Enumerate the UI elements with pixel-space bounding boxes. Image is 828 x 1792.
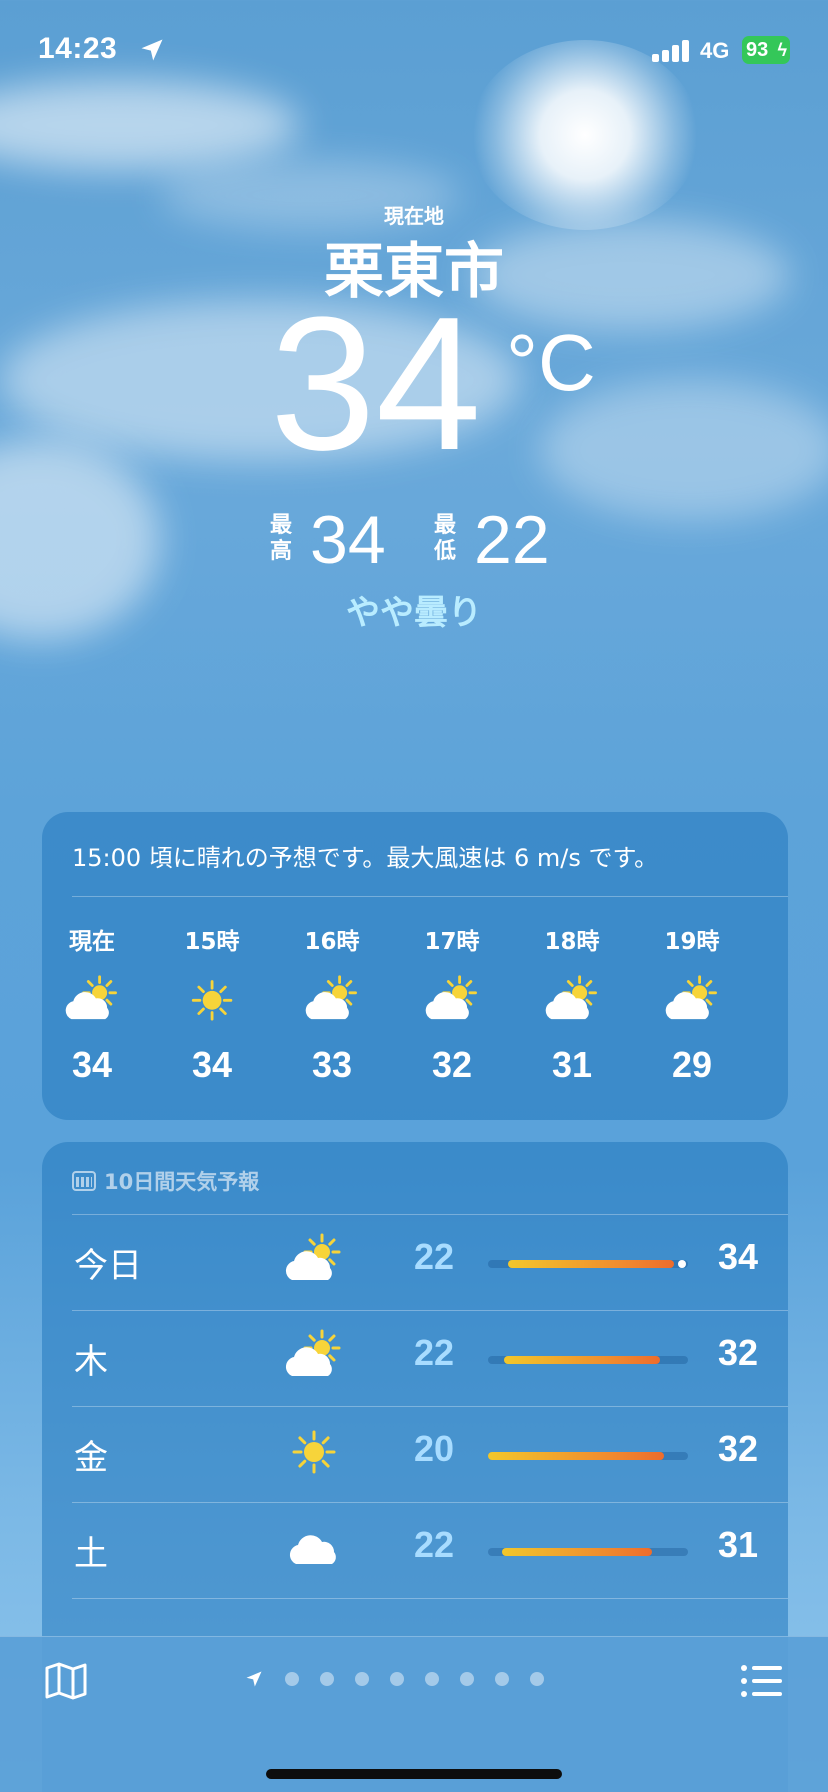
hourly-item: 18時 31 bbox=[522, 922, 622, 1086]
day-high-temp: 34 bbox=[717, 1236, 758, 1277]
location-arrow-icon bbox=[141, 39, 163, 61]
day-high-temp: 32 bbox=[717, 1428, 758, 1469]
hourly-item: 現在 34 bbox=[42, 922, 142, 1086]
hourly-item: 19時 29 bbox=[642, 922, 742, 1086]
hour-temperature: 29 bbox=[671, 1044, 713, 1085]
hour-label: 19時 bbox=[664, 929, 720, 955]
weather-condition: やや曇り bbox=[346, 593, 482, 633]
hour-temperature: 33 bbox=[311, 1044, 353, 1085]
sun-icon bbox=[282, 1424, 346, 1480]
hourly-item: 16時 33 bbox=[282, 922, 382, 1086]
status-time: 14:23 bbox=[38, 32, 118, 65]
current-location-label: 現在地 bbox=[384, 204, 444, 228]
calendar-icon bbox=[72, 1171, 96, 1191]
high-low: 最高 34 最低 22 bbox=[0, 505, 828, 575]
day-high-temp: 31 bbox=[717, 1524, 758, 1565]
day-row[interactable]: 土 22 31 bbox=[72, 1502, 758, 1598]
forecast-summary: 15:00 頃に晴れの予想です。最大風速は 6 m/s です。 bbox=[72, 844, 659, 872]
cellular-signal-icon bbox=[652, 40, 692, 62]
temperature-range-bar bbox=[488, 1260, 688, 1268]
partly-sunny-icon bbox=[542, 974, 602, 1024]
divider bbox=[72, 1598, 788, 1599]
day-row[interactable]: 今日 22 34 bbox=[72, 1214, 758, 1310]
page-dot[interactable] bbox=[320, 1672, 334, 1686]
hour-label: 16時 bbox=[304, 929, 360, 955]
page-dot[interactable] bbox=[425, 1672, 439, 1686]
page-dot[interactable] bbox=[285, 1672, 299, 1686]
partly-sunny-icon bbox=[302, 974, 362, 1024]
cloud-icon bbox=[282, 1520, 346, 1576]
day-low-temp: 22 bbox=[414, 1236, 455, 1277]
partly-sunny-icon bbox=[422, 974, 482, 1024]
hour-label: 18時 bbox=[544, 929, 600, 955]
hour-temperature: 34 bbox=[71, 1044, 113, 1085]
day-low-temp: 22 bbox=[414, 1524, 455, 1565]
day-low-temp: 20 bbox=[414, 1428, 455, 1469]
current-temp-dot bbox=[678, 1260, 686, 1268]
page-dot[interactable] bbox=[530, 1672, 544, 1686]
partly-sunny-icon bbox=[662, 974, 722, 1024]
day-name: 土 bbox=[74, 1534, 108, 1574]
hour-label: 現在 bbox=[69, 929, 115, 955]
temperature-range-bar bbox=[488, 1452, 688, 1460]
temperature-range-fill bbox=[488, 1452, 664, 1460]
hourly-item: 17時 32 bbox=[402, 922, 502, 1086]
page-dot[interactable] bbox=[460, 1672, 474, 1686]
day-name: 木 bbox=[74, 1342, 108, 1382]
temperature-range-fill bbox=[504, 1356, 660, 1364]
day-row[interactable]: 木 22 32 bbox=[72, 1310, 758, 1406]
temperature-range-bar bbox=[488, 1356, 688, 1364]
page-indicator[interactable] bbox=[244, 1669, 544, 1689]
bottom-toolbar bbox=[0, 1636, 828, 1792]
hour-temperature: 34 bbox=[191, 1044, 233, 1085]
temperature-range-fill bbox=[502, 1548, 652, 1556]
location-header: 現在地 栗東市 34 °C bbox=[0, 200, 828, 479]
page-dot[interactable] bbox=[390, 1672, 404, 1686]
day-row[interactable]: 金 20 32 bbox=[72, 1406, 758, 1502]
day-low-temp: 22 bbox=[414, 1332, 455, 1373]
hour-label: 15時 bbox=[184, 929, 240, 955]
home-indicator[interactable] bbox=[266, 1769, 562, 1779]
ten-day-title: 10日間天気予報 bbox=[72, 1166, 259, 1196]
battery-level: 93 bbox=[746, 39, 769, 61]
temperature-range-bar bbox=[488, 1548, 688, 1556]
low-label: 最低 bbox=[434, 513, 457, 564]
hour-temperature: 31 bbox=[551, 1044, 593, 1085]
battery-icon: 93 ϟ bbox=[742, 36, 790, 64]
hourly-forecast-card[interactable]: 15:00 頃に晴れの予想です。最大風速は 6 m/s です。 現在 34 15… bbox=[42, 812, 788, 1120]
page-dot[interactable] bbox=[355, 1672, 369, 1686]
divider bbox=[72, 896, 788, 897]
day-name: 今日 bbox=[74, 1246, 142, 1286]
high-temperature: 34 bbox=[310, 502, 386, 578]
page-dot[interactable] bbox=[495, 1672, 509, 1686]
map-icon[interactable] bbox=[44, 1661, 88, 1701]
day-high-temp: 32 bbox=[717, 1332, 758, 1373]
hourly-item: 15時 34 bbox=[162, 922, 262, 1086]
day-name: 金 bbox=[74, 1438, 108, 1478]
low-temperature: 22 bbox=[474, 502, 550, 578]
current-temperature: 34 bbox=[270, 278, 482, 490]
list-icon[interactable] bbox=[740, 1663, 784, 1699]
hour-temperature: 32 bbox=[431, 1044, 473, 1085]
partly-sunny-icon bbox=[62, 974, 122, 1024]
partly-sunny-icon bbox=[282, 1232, 346, 1288]
partly-sunny-icon bbox=[282, 1328, 346, 1384]
network-type: 4G bbox=[700, 38, 730, 63]
location-page-arrow-icon[interactable] bbox=[244, 1669, 264, 1689]
status-bar: 14:23 4G 93 ϟ bbox=[0, 28, 828, 72]
high-label: 最高 bbox=[270, 513, 293, 564]
sun-icon bbox=[182, 974, 242, 1024]
temperature-unit: °C bbox=[506, 318, 596, 407]
hour-label: 17時 bbox=[424, 929, 480, 955]
temperature-range-fill bbox=[508, 1260, 674, 1268]
